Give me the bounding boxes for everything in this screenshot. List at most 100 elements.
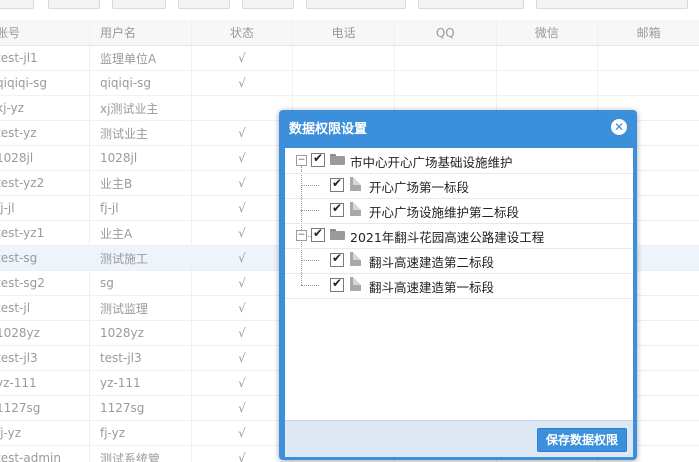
tree-node-section[interactable]: 翻斗高速建造第二标段 xyxy=(285,248,633,274)
toolbar-button[interactable] xyxy=(0,0,34,9)
cell-username: 监理单位A xyxy=(89,45,192,71)
tree-node-section[interactable]: 开心广场第一标段 xyxy=(285,173,633,199)
cell-text: fj-yz xyxy=(0,426,22,440)
cell-text: qiqiqi-sg xyxy=(0,76,48,90)
cell-status: √ xyxy=(191,445,294,462)
cell-username: fj-jl xyxy=(89,195,192,221)
node-checkbox[interactable] xyxy=(330,201,344,217)
cell-account: test-yz2 xyxy=(0,170,90,196)
toolbar-button[interactable] xyxy=(306,0,406,9)
tree-node-section[interactable]: 开心广场设施维护第二标段 xyxy=(285,198,633,224)
cell-phone xyxy=(292,45,395,71)
node-checkbox[interactable] xyxy=(311,226,325,242)
cell-username: sg xyxy=(89,270,192,296)
toolbar-button[interactable] xyxy=(48,0,100,9)
cell-status: √ xyxy=(191,195,294,221)
toolbar-button[interactable] xyxy=(112,0,166,9)
cell-status: √ xyxy=(191,70,294,96)
cell-username: qiqiqi-sg xyxy=(89,70,192,96)
cell-status: √ xyxy=(191,395,294,421)
file-icon xyxy=(350,177,361,191)
cell-status: √ xyxy=(191,370,294,396)
column-header-qq[interactable]: QQ xyxy=(394,20,497,46)
node-checkbox[interactable] xyxy=(311,151,325,167)
cell-text: xj-yz xyxy=(0,101,24,115)
toolbar-button[interactable] xyxy=(536,0,688,9)
cell-wechat xyxy=(496,45,599,71)
cell-account: test-admin xyxy=(0,445,90,462)
cell-username: test-jl3 xyxy=(89,345,192,371)
cell-qq xyxy=(394,45,497,71)
cell-text: test-jl3 xyxy=(0,351,38,365)
cell-text: 1127sg xyxy=(0,401,41,415)
tree-node-label: 开心广场第一标段 xyxy=(369,180,470,195)
cell-qq xyxy=(394,70,497,96)
cell-account: xj-yz xyxy=(0,95,90,121)
cell-username: 1028jl xyxy=(89,145,192,171)
column-header-status[interactable]: 状态 xyxy=(191,20,294,46)
dialog-title: 数据权限设置 xyxy=(289,122,368,137)
cell-text: test-admin xyxy=(0,451,61,462)
cell-username: 业主A xyxy=(89,220,192,246)
cell-status: √ xyxy=(191,45,294,71)
grid-header-row: 账号 用户名 状态 电话 QQ 微信 邮箱 xyxy=(0,20,699,46)
cell-account: fj-jl xyxy=(0,195,90,221)
permission-tree: − 市中心开心广场基础设施维护 开心广场第一标段 开心广场设施维护第二标段 − … xyxy=(285,148,633,420)
table-row[interactable]: test-jl1 监理单位A √ xyxy=(0,45,699,71)
tree-node-label: 市中心开心广场基础设施维护 xyxy=(350,155,513,170)
cell-text: fj-jl xyxy=(0,201,15,215)
cell-text: test-yz1 xyxy=(0,226,45,240)
node-checkbox[interactable] xyxy=(330,276,344,292)
column-header-email[interactable]: 邮箱 xyxy=(597,20,699,46)
cell-account: test-sg2 xyxy=(0,270,90,296)
cell-account: fj-yz xyxy=(0,420,90,446)
cell-text: yz-111 xyxy=(0,376,37,390)
cell-username: 测试施工 xyxy=(89,245,192,271)
column-header-phone[interactable]: 电话 xyxy=(292,20,395,46)
tree-node-project[interactable]: − 2021年翻斗花园高速公路建设工程 xyxy=(285,223,633,249)
cell-phone xyxy=(292,70,395,96)
collapse-toggle-icon[interactable]: − xyxy=(296,230,307,241)
cell-username: 测试系统管 xyxy=(89,445,192,462)
cell-username: 业主B xyxy=(89,170,192,196)
column-header-account[interactable]: 账号 xyxy=(0,20,90,46)
column-header-wechat[interactable]: 微信 xyxy=(496,20,599,46)
cell-text: test-jl xyxy=(0,301,31,315)
node-checkbox[interactable] xyxy=(330,176,344,192)
cell-status: √ xyxy=(191,120,294,146)
cell-text: test-sg xyxy=(0,251,38,265)
cell-status: √ xyxy=(191,170,294,196)
tree-node-label: 开心广场设施维护第二标段 xyxy=(369,205,520,220)
cell-text: test-yz2 xyxy=(0,176,45,190)
tree-node-project[interactable]: − 市中心开心广场基础设施维护 xyxy=(285,148,633,174)
tree-node-section[interactable]: 翻斗高速建造第一标段 xyxy=(285,273,633,299)
cell-username: fj-yz xyxy=(89,420,192,446)
tree-node-label: 翻斗高速建造第一标段 xyxy=(369,280,495,295)
cell-account: test-jl xyxy=(0,295,90,321)
toolbar-button[interactable] xyxy=(178,0,230,9)
toolbar-button[interactable] xyxy=(418,0,524,9)
cell-wechat xyxy=(496,70,599,96)
cell-account: yz-111 xyxy=(0,370,90,396)
cell-status: √ xyxy=(191,320,294,346)
cell-account: 1028jl xyxy=(0,145,90,171)
cell-status: √ xyxy=(191,220,294,246)
toolbar-button[interactable] xyxy=(242,0,294,9)
cell-account: test-jl1 xyxy=(0,45,90,71)
node-checkbox[interactable] xyxy=(330,251,344,267)
tree-node-label: 2021年翻斗花园高速公路建设工程 xyxy=(350,230,545,245)
close-icon[interactable]: ✕ xyxy=(611,119,627,135)
column-header-username[interactable]: 用户名 xyxy=(89,20,192,46)
cell-text: test-sg2 xyxy=(0,276,45,290)
dialog-footer: 保存数据权限 xyxy=(285,420,633,457)
cell-account: 1127sg xyxy=(0,395,90,421)
toolbar xyxy=(0,0,699,13)
cell-username: yz-111 xyxy=(89,370,192,396)
file-icon xyxy=(350,202,361,216)
table-row[interactable]: qiqiqi-sg qiqiqi-sg √ xyxy=(0,70,699,96)
cell-status: √ xyxy=(191,245,294,271)
cell-account: test-jl3 xyxy=(0,345,90,371)
collapse-toggle-icon[interactable]: − xyxy=(296,155,307,166)
cell-username: xj测试业主 xyxy=(89,95,192,121)
save-permissions-button[interactable]: 保存数据权限 xyxy=(537,428,627,452)
